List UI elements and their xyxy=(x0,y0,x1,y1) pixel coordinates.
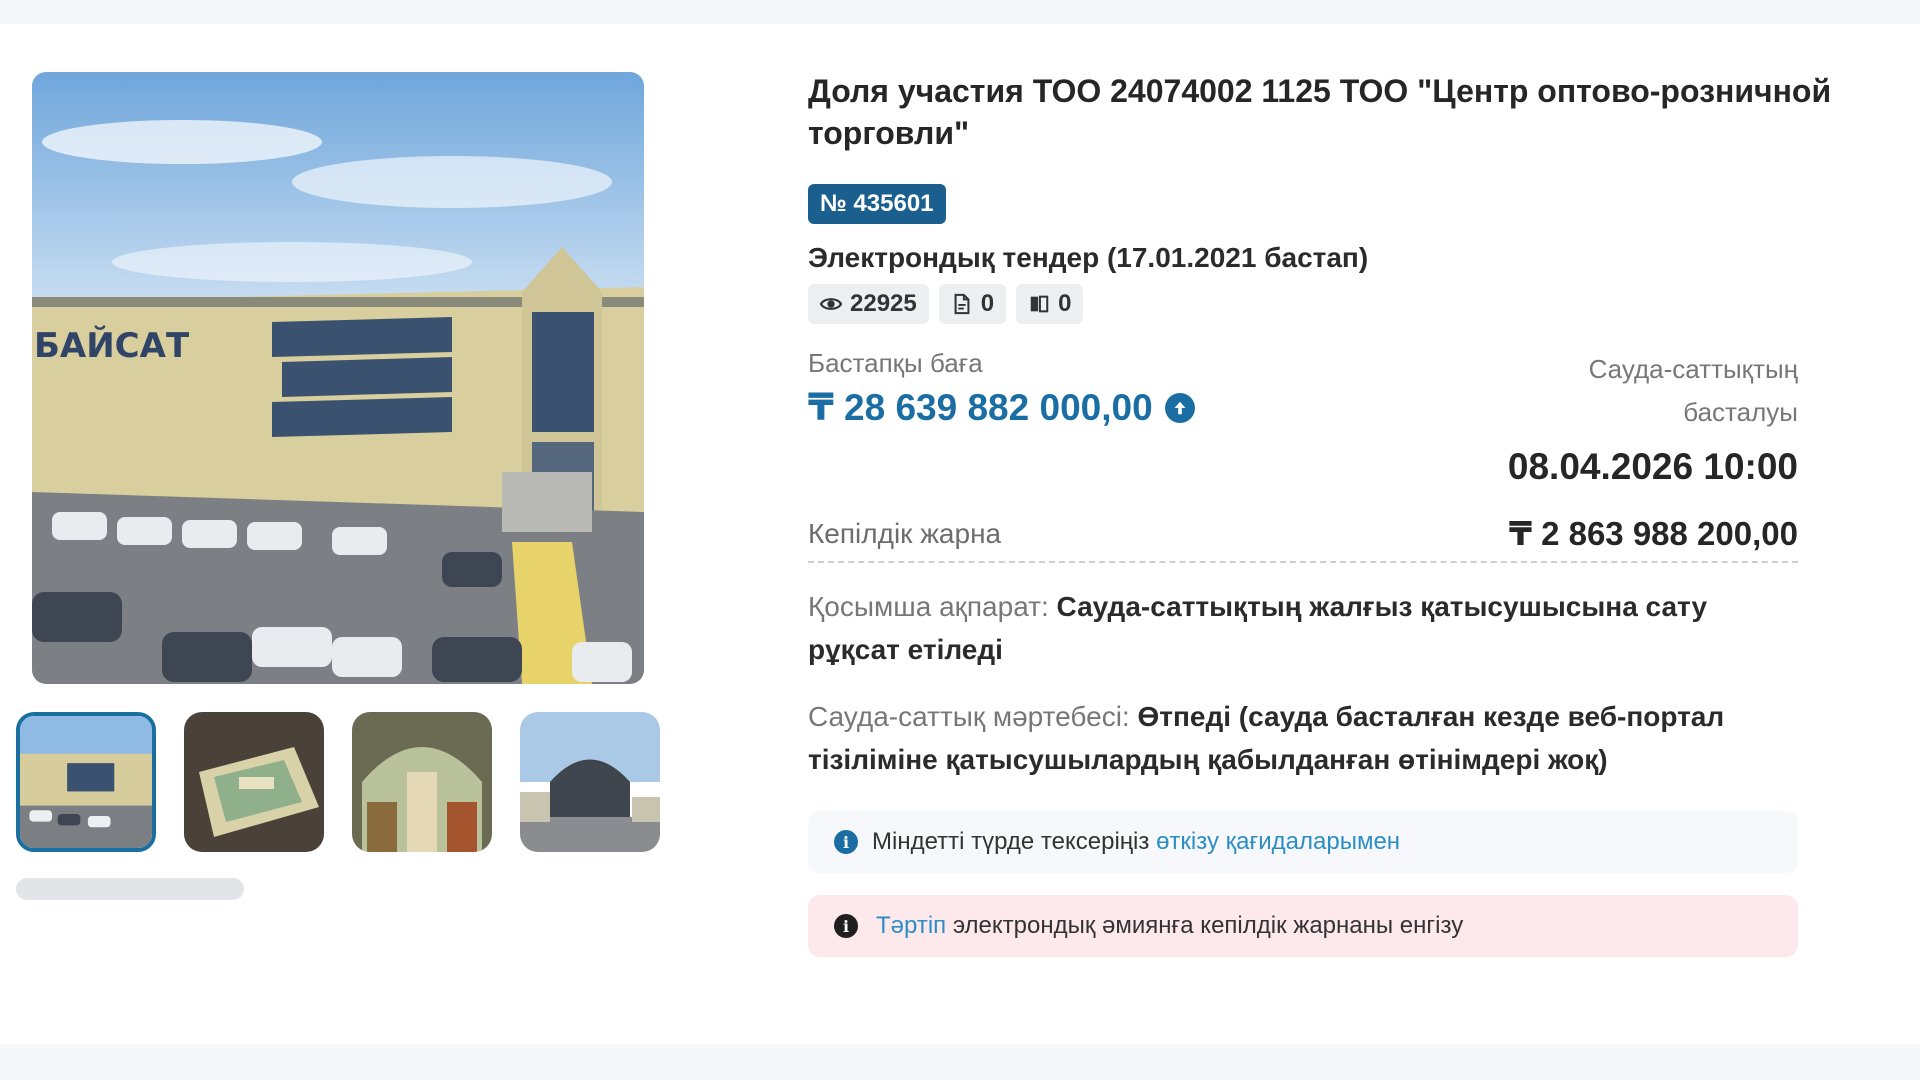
main-lot-photo[interactable]: БАЙСАТ xyxy=(32,72,644,684)
rules-notice: i Міндетті түрде тексеріңіз өткізу қағид… xyxy=(808,811,1798,873)
views-count: 22925 xyxy=(850,290,917,317)
document-icon xyxy=(954,293,970,315)
thumbnail-strip xyxy=(16,712,666,852)
thumbnail-entrance-image xyxy=(520,712,660,852)
start-price-amount: ₸ 28 639 882 000,00 xyxy=(808,387,1153,428)
documents-count: 0 xyxy=(980,290,995,317)
rules-notice-prefix: Міндетті түрде тексеріңіз xyxy=(872,828,1150,855)
procedure-link[interactable]: Тәртіп xyxy=(876,912,946,939)
deposit-notice-text: Тәртіп электрондық әмиянға кепілдік жарн… xyxy=(876,912,1463,940)
deposit-notice: i Тәртіп электрондық әмиянға кепілдік жа… xyxy=(808,895,1798,957)
price-block: Бастапқы баға ₸ 28 639 882 000,00 Сауда-… xyxy=(808,348,1798,488)
book-icon xyxy=(1030,295,1049,313)
arrow-up-circle-icon[interactable] xyxy=(1164,392,1195,423)
lot-title: Доля участия ТОО 24074002 1125 ТОО "Цент… xyxy=(808,73,1832,151)
bids-stat: 0 xyxy=(1016,284,1084,324)
additional-info: Қосымша ақпарат: Сауда-саттықтың жалғыз … xyxy=(808,585,1798,671)
top-strip xyxy=(0,0,1920,24)
thumbnail-4[interactable] xyxy=(520,712,660,852)
alert-icon: i xyxy=(834,914,858,938)
auction-start-label: Сауда-саттықтың басталуы xyxy=(1588,354,1798,427)
start-price-label: Бастапқы баға xyxy=(808,348,983,378)
thumbnail-building-image xyxy=(20,716,152,848)
thumbnail-interior-image xyxy=(352,712,492,852)
market-building-photo: БАЙСАТ xyxy=(32,72,644,684)
auction-status: Сауда-саттық мәртебесі: Өтпеді (сауда ба… xyxy=(808,695,1798,781)
gallery-scrollbar[interactable] xyxy=(16,878,244,900)
deposit-value: ₸ 2 863 988 200,00 xyxy=(1508,515,1798,552)
thumbnail-1[interactable] xyxy=(16,712,156,852)
thumbnail-model-image xyxy=(184,712,324,852)
bids-count: 0 xyxy=(1058,290,1072,317)
auction-status-label: Сауда-саттық мәртебесі: xyxy=(808,701,1130,732)
lot-details: Доля участия ТОО 24074002 1125 ТОО "Цент… xyxy=(808,70,1898,957)
views-stat: 22925 xyxy=(808,284,929,324)
documents-stat: 0 xyxy=(938,284,1007,324)
thumbnail-2[interactable] xyxy=(184,712,324,852)
deposit-row: Кепілдік жарна ₸ 2 863 988 200,00 xyxy=(808,514,1798,563)
bottom-strip xyxy=(0,1044,1920,1080)
info-icon: i xyxy=(834,830,858,854)
deposit-notice-suffix: электрондық әмиянға кепілдік жарнаны енг… xyxy=(952,912,1464,939)
lot-number-badge: № 435601 xyxy=(808,184,946,224)
additional-info-label: Қосымша ақпарат: xyxy=(808,591,1049,622)
lot-stats: 22925 0 0 xyxy=(808,284,1898,324)
tender-type: Электрондық тендер (17.01.2021 бастап) xyxy=(808,242,1369,273)
rules-notice-text: Міндетті түрде тексеріңіз өткізу қағидал… xyxy=(872,828,1400,856)
eye-icon xyxy=(820,298,842,310)
rules-link[interactable]: өткізу қағидаларымен xyxy=(1156,828,1400,855)
auction-start-value: 08.04.2026 10:00 xyxy=(1507,446,1798,487)
start-price-value: ₸ 28 639 882 000,00 xyxy=(808,386,1195,429)
svg-text:БАЙСАТ: БАЙСАТ xyxy=(34,325,190,366)
thumbnail-3[interactable] xyxy=(352,712,492,852)
deposit-label: Кепілдік жарна xyxy=(808,517,1002,549)
